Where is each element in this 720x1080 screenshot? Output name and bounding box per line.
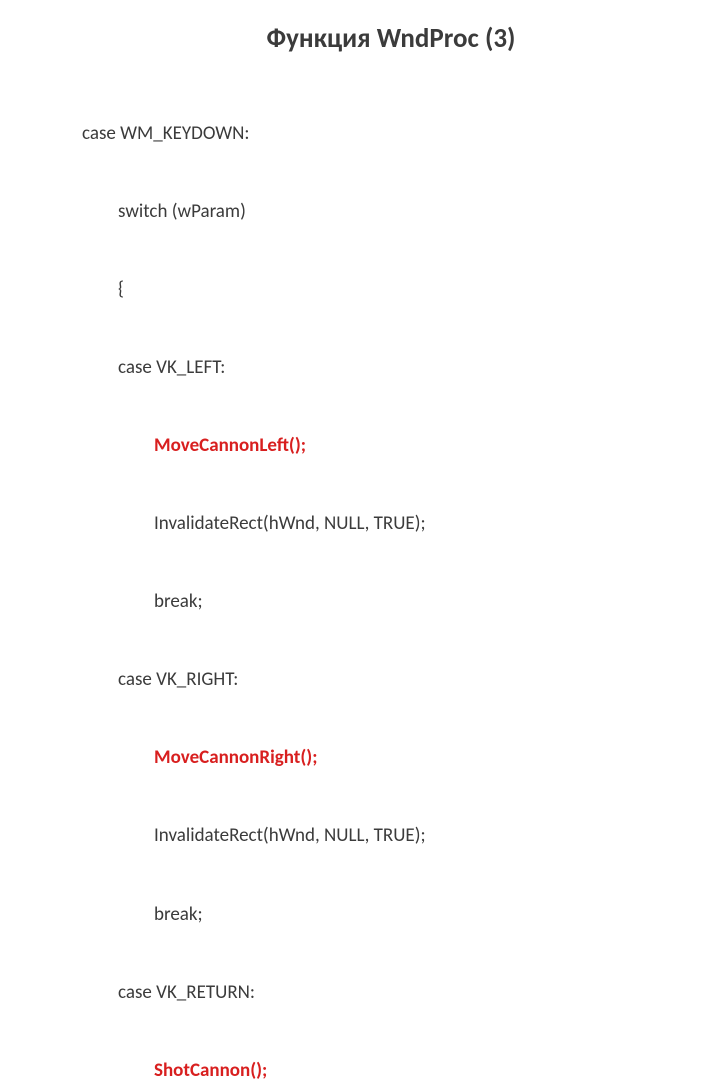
code-line-highlight: MoveCannonRight(); [82, 745, 660, 771]
code-line: break; [82, 902, 660, 928]
code-line: switch (wParam) [82, 199, 660, 225]
code-line: case WM_KEYDOWN: [82, 121, 660, 147]
code-line: break; [82, 589, 660, 615]
code-line: case VK_RETURN: [82, 980, 660, 1006]
code-line: { [82, 277, 660, 303]
code-line-highlight: MoveCannonLeft(); [82, 433, 660, 459]
code-line: case VK_LEFT: [82, 355, 660, 381]
code-line: InvalidateRect(hWnd, NULL, TRUE); [82, 823, 660, 849]
slide: Функция WndProc (3) case WM_KEYDOWN: swi… [0, 0, 720, 1080]
code-line-highlight: ShotCannon(); [82, 1058, 660, 1080]
code-block: case WM_KEYDOWN: switch (wParam) { case … [82, 69, 660, 1080]
code-line: case VK_RIGHT: [82, 667, 660, 693]
code-line: InvalidateRect(hWnd, NULL, TRUE); [82, 511, 660, 537]
slide-title: Функция WndProc (3) [122, 22, 660, 55]
